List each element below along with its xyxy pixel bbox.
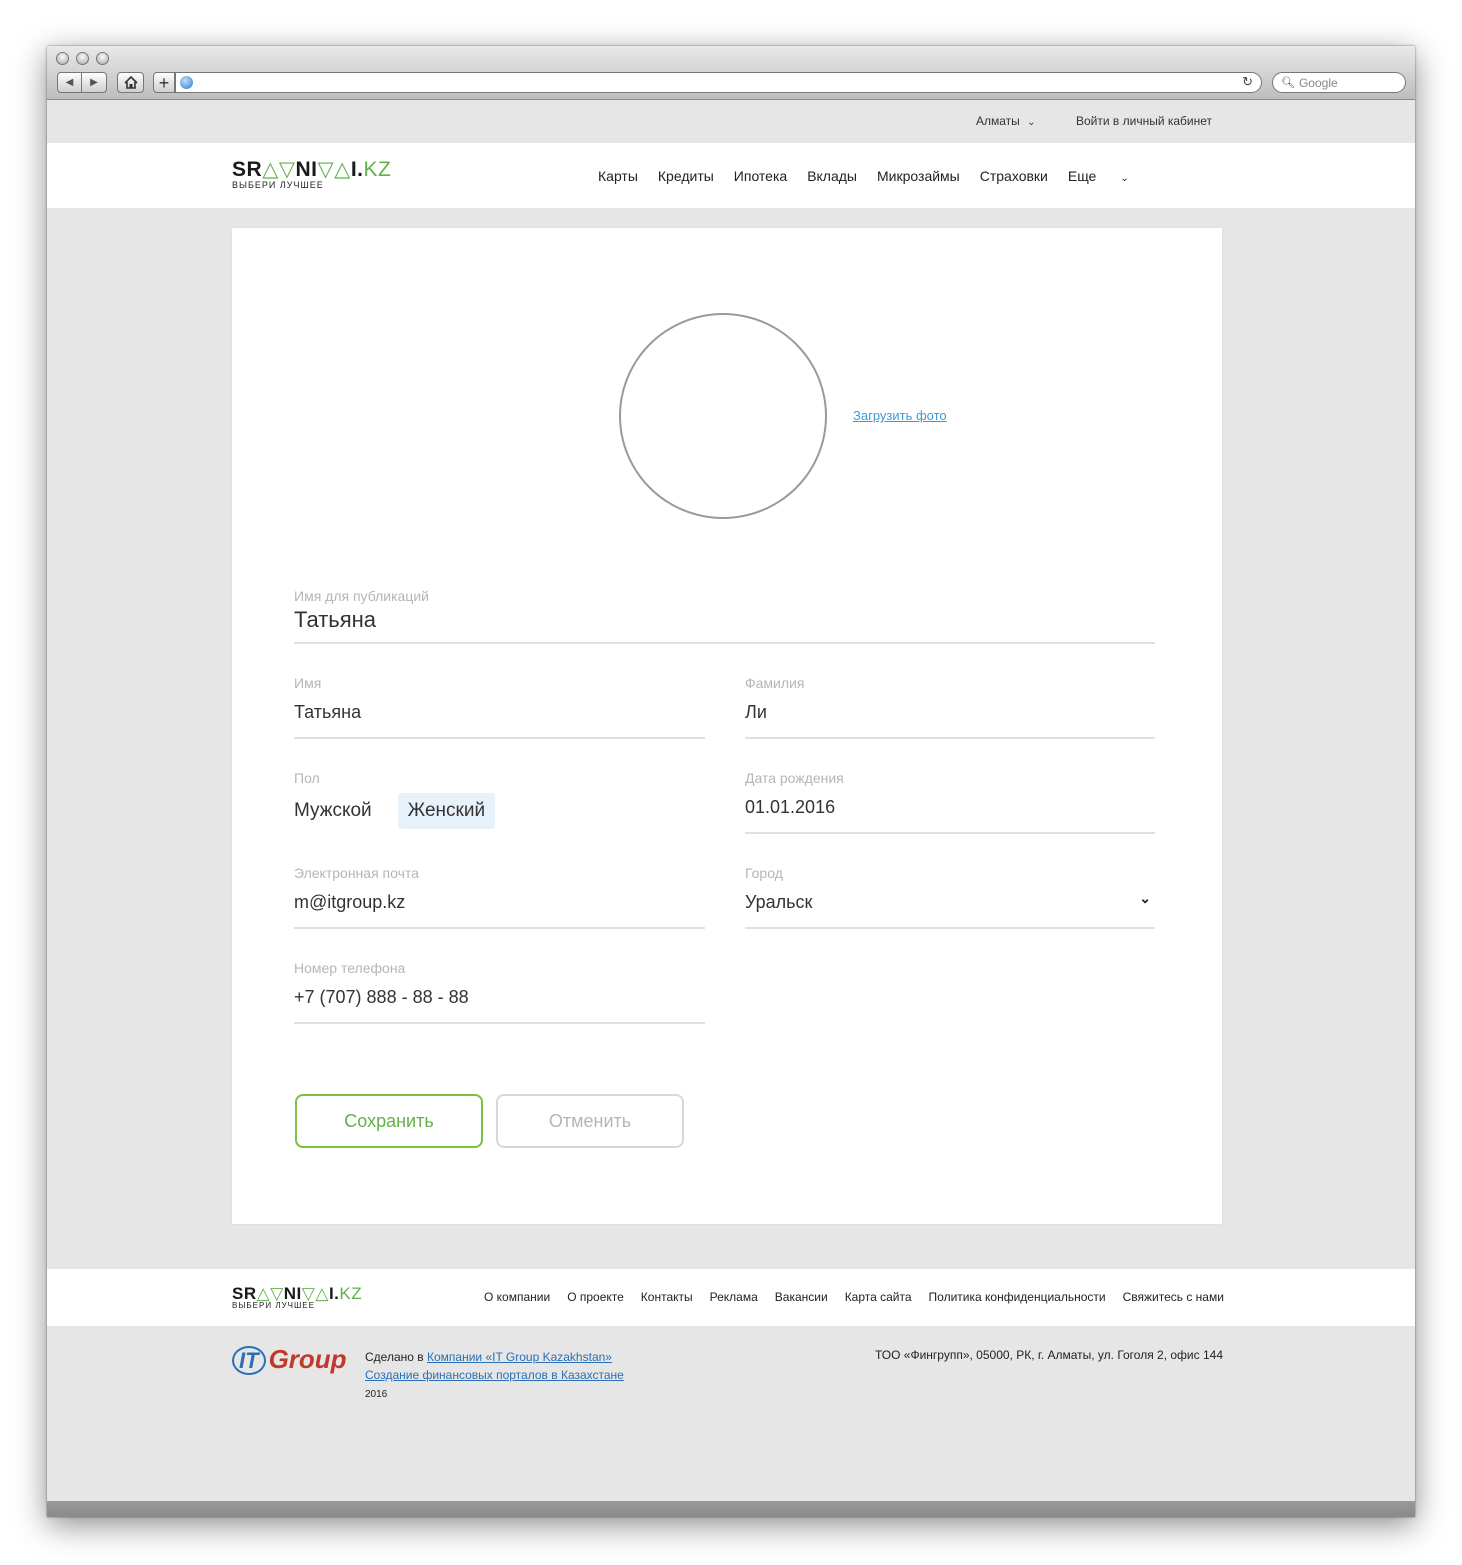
pub-name-field[interactable]: Имя для публикаций Татьяна (294, 588, 1155, 644)
globe-icon (180, 76, 193, 89)
dob-value: 01.01.2016 (745, 797, 836, 817)
nav-item-more[interactable]: Еще ⌄ (1068, 168, 1149, 184)
home-button[interactable] (117, 72, 144, 93)
nav-item-microloans[interactable]: Микрозаймы (877, 168, 960, 184)
footer-link-privacy[interactable]: Политика конфиденциальности (929, 1290, 1106, 1304)
browser-toolbar: ◀ ▶ + ↻ 🔍︎ Google (47, 46, 1415, 100)
last-name-label: Фамилия (745, 675, 805, 691)
city-value: Уральск (745, 892, 813, 912)
made-prefix: Сделано в (365, 1350, 424, 1364)
nav-item-credits[interactable]: Кредиты (658, 168, 714, 184)
chevron-down-icon: ⌄ (1027, 117, 1036, 128)
forward-button[interactable]: ▶ (82, 72, 107, 93)
copyright-year: 2016 (365, 1389, 388, 1400)
footer-link-contacts[interactable]: Контакты (641, 1290, 693, 1304)
nav-item-insurance[interactable]: Страховки (980, 168, 1048, 184)
back-arrow-icon: ◀ (65, 77, 74, 88)
profile-card: Загрузить фото Имя для публикаций Татьян… (232, 228, 1222, 1224)
dob-field[interactable]: Дата рождения 01.01.2016 (745, 770, 1155, 834)
nav-item-deposits[interactable]: Вклады (807, 168, 857, 184)
last-name-value: Ли (745, 702, 767, 722)
logo-tagline: ВЫБЕРИ ЛУЧШЕЕ (232, 180, 324, 190)
footer-bottom: IT Group Сделано в Компании «IT Group Kaz… (47, 1326, 1415, 1501)
city-label: Город (745, 865, 783, 881)
last-name-field[interactable]: Фамилия Ли (745, 675, 1155, 739)
site-header: SR△▽NI▽△I.KZ ВЫБЕРИ ЛУЧШЕЕ Карты Кредиты… (47, 143, 1415, 208)
gender-label: Пол (294, 770, 320, 786)
pub-name-value: Татьяна (294, 607, 377, 632)
pub-name-label: Имя для публикаций (294, 588, 429, 604)
nav-item-cards[interactable]: Карты (598, 168, 638, 184)
home-icon (123, 76, 138, 89)
reload-icon[interactable]: ↻ (1242, 74, 1253, 90)
browser-status-bar (47, 1501, 1415, 1517)
footer-logo[interactable]: SR△▽NI▽△I.KZ ВЫБЕРИ ЛУЧШЕЕ (232, 1285, 362, 1310)
itgroup-logo[interactable]: IT Group (232, 1344, 347, 1375)
logo-wordmark: SR△▽NI▽△I.KZ (232, 158, 392, 181)
login-link[interactable]: Войти в личный кабинет (1076, 114, 1212, 128)
history-buttons: ◀ ▶ (57, 72, 107, 93)
dob-label: Дата рождения (745, 770, 844, 786)
portals-link[interactable]: Создание финансовых порталов в Казахстан… (365, 1368, 624, 1382)
window-controls (56, 52, 109, 65)
footer-link-about-project[interactable]: О проекте (567, 1290, 624, 1304)
address-bar[interactable]: ↻ (175, 72, 1262, 93)
back-button[interactable]: ◀ (57, 72, 82, 93)
first-name-field[interactable]: Имя Татьяна (294, 675, 705, 739)
search-icon: 🔍︎ (1281, 77, 1295, 89)
browser-window: ◀ ▶ + ↻ 🔍︎ Google Алматы ⌄ Войти в личны… (47, 46, 1415, 1517)
cancel-button[interactable]: Отменить (496, 1094, 684, 1148)
forward-arrow-icon: ▶ (90, 77, 98, 88)
city-selector[interactable]: Алматы ⌄ (976, 114, 1036, 128)
footer-logo-wordmark: SR△▽NI▽△I.KZ (232, 1284, 363, 1303)
close-window-button[interactable] (56, 52, 69, 65)
made-by-text: Сделано в Компании «IT Group Kazakhstan»… (365, 1348, 624, 1404)
city-select[interactable]: Город Уральск ⌄ (745, 865, 1155, 929)
city-selector-label: Алматы (976, 114, 1020, 128)
phone-value: +7 (707) 888 - 88 - 88 (294, 987, 469, 1007)
itgroup-company-link[interactable]: Компании «IT Group Kazakhstan» (427, 1350, 612, 1364)
phone-field[interactable]: Номер телефона +7 (707) 888 - 88 - 88 (294, 960, 705, 1024)
nav-item-mortgage[interactable]: Ипотека (734, 168, 787, 184)
plus-icon: + (158, 72, 170, 93)
gender-toggle: Мужской Женский (294, 793, 502, 829)
browser-search-input[interactable]: 🔍︎ Google (1272, 72, 1406, 93)
add-bookmark-button[interactable]: + (153, 72, 175, 93)
footer-link-vacancies[interactable]: Вакансии (775, 1290, 828, 1304)
first-name-value: Татьяна (294, 702, 362, 722)
footer-nav-bar: SR△▽NI▽△I.KZ ВЫБЕРИ ЛУЧШЕЕ О компании О … (47, 1269, 1415, 1326)
minimize-window-button[interactable] (76, 52, 89, 65)
footer-link-sitemap[interactable]: Карта сайта (845, 1290, 912, 1304)
gender-option-male[interactable]: Мужской (294, 793, 382, 829)
footer-nav: О компании О проекте Контакты Реклама Ва… (484, 1290, 1224, 1304)
chevron-down-icon: ⌄ (1139, 890, 1151, 906)
footer-link-about-company[interactable]: О компании (484, 1290, 550, 1304)
avatar-placeholder[interactable] (619, 313, 827, 519)
site-logo[interactable]: SR△▽NI▽△I.KZ ВЫБЕРИ ЛУЧШЕЕ (232, 159, 391, 190)
footer-link-ads[interactable]: Реклама (710, 1290, 758, 1304)
main-nav: Карты Кредиты Ипотека Вклады Микрозаймы … (598, 168, 1169, 184)
search-placeholder: Google (1298, 75, 1338, 90)
upload-photo-link[interactable]: Загрузить фото (853, 408, 947, 423)
company-address: ТОО «Фингрупп», 05000, РК, г. Алматы, ул… (875, 1348, 1223, 1362)
phone-label: Номер телефона (294, 960, 406, 976)
email-field[interactable]: Электронная почта m@itgroup.kz (294, 865, 705, 929)
first-name-label: Имя (294, 675, 322, 691)
email-label: Электронная почта (294, 865, 419, 881)
chevron-down-icon: ⌄ (1120, 173, 1129, 184)
footer-link-contact-us[interactable]: Свяжитесь с нами (1123, 1290, 1224, 1304)
save-button[interactable]: Сохранить (295, 1094, 483, 1148)
footer-logo-tagline: ВЫБЕРИ ЛУЧШЕЕ (232, 1301, 315, 1310)
email-value: m@itgroup.kz (294, 892, 406, 912)
gender-option-female[interactable]: Женский (397, 793, 496, 829)
top-utility-bar: Алматы ⌄ Войти в личный кабинет (47, 101, 1415, 143)
zoom-window-button[interactable] (96, 52, 109, 65)
